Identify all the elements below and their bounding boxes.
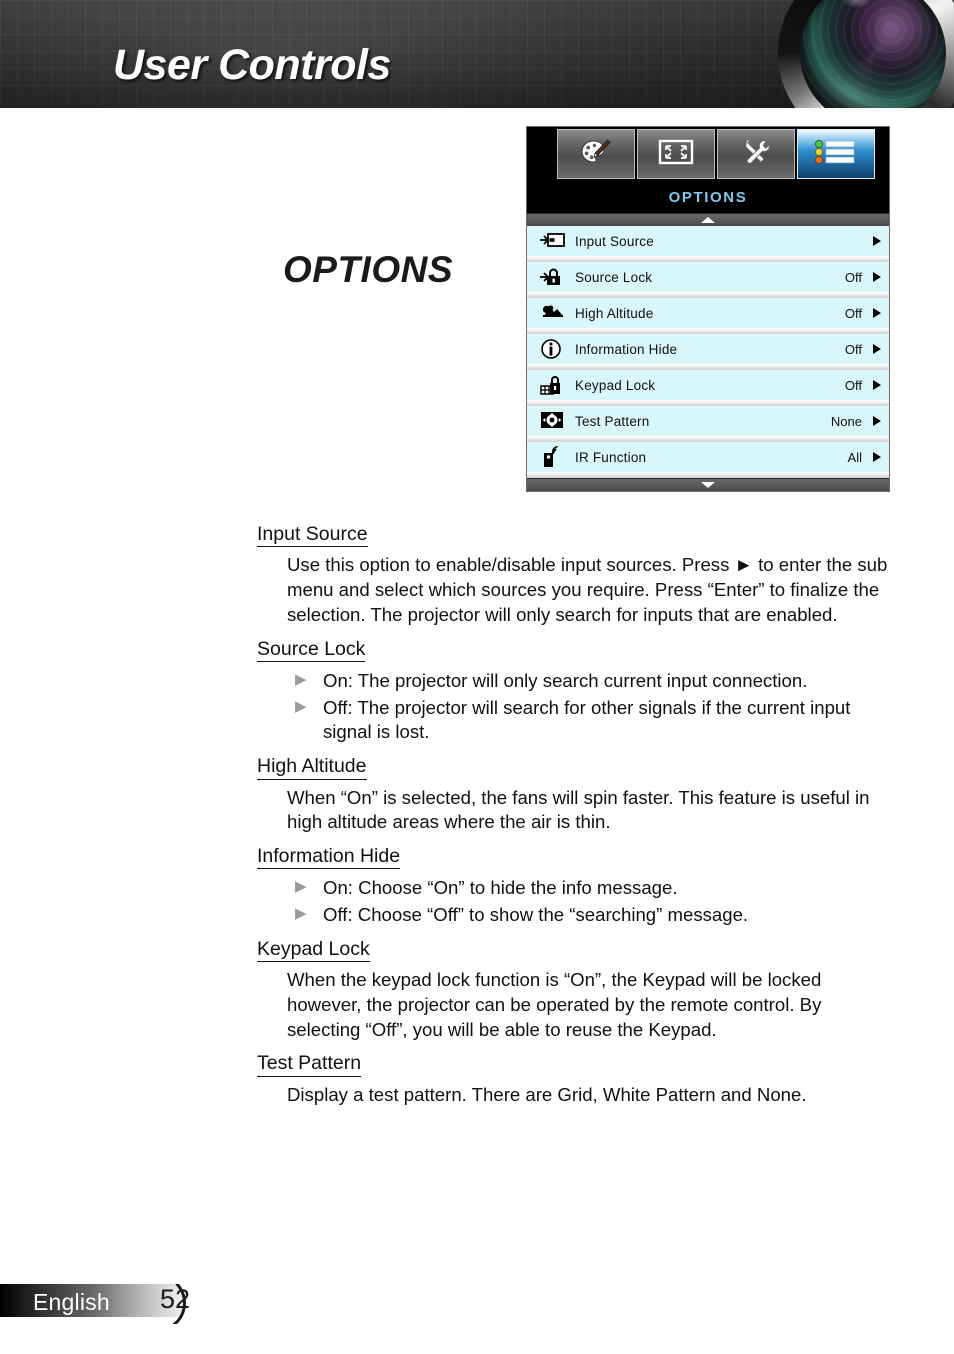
tools-icon [739, 137, 773, 172]
osd-menu-title: OPTIONS [527, 181, 889, 213]
page-number: 52 [160, 1284, 191, 1314]
osd-tab-bar [527, 127, 889, 181]
lens-rings [800, 0, 946, 108]
osd-menu: OPTIONS Input Source Source Lock Off Hig… [526, 126, 890, 492]
osd-row-label: IR Function [575, 449, 647, 465]
palette-icon [579, 137, 613, 172]
osd-tab-image[interactable] [557, 129, 635, 179]
osd-row-value: Off [844, 305, 862, 321]
chevron-right-icon[interactable] [873, 308, 881, 318]
section-heading: Input Source [257, 523, 368, 548]
osd-scroll-up-button[interactable] [527, 213, 889, 226]
information-hide-icon [539, 338, 565, 360]
content-body: Input Source Use this option to enable/d… [257, 521, 897, 1116]
section-heading: High Altitude [257, 755, 367, 780]
osd-row-value: None [830, 413, 862, 429]
osd-row-test-pattern[interactable]: Test Pattern None [527, 406, 889, 436]
osd-row-label: Keypad Lock [575, 377, 656, 393]
section-bullets: ▶ On: Choose “On” to hide the info messa… [293, 876, 897, 927]
triangle-up-icon [701, 217, 715, 223]
osd-row-source-lock[interactable]: Source Lock Off [527, 262, 889, 292]
screen-icon [657, 138, 695, 171]
ir-function-icon [539, 445, 565, 468]
source-lock-icon [539, 266, 565, 288]
list-item: ▶ On: The projector will only search cur… [293, 669, 897, 694]
bullet-text: On: The projector will only search curre… [323, 670, 808, 691]
osd-row-label: Input Source [575, 233, 654, 249]
chevron-right-icon[interactable] [873, 380, 881, 390]
section-heading: Information Hide [257, 845, 401, 870]
bullet-triangle-icon: ▶ [295, 697, 307, 715]
osd-row-input-source[interactable]: Input Source [527, 226, 889, 256]
osd-row-label: Test Pattern [575, 413, 650, 429]
list-item: ▶ Off: Choose “Off” to show the “searchi… [293, 903, 897, 928]
section-source-lock: Source Lock [257, 636, 897, 664]
bullet-text: Off: Choose “Off” to show the “searching… [323, 904, 749, 926]
keypad-lock-icon [539, 374, 565, 396]
page-footer: English 52 [0, 1266, 954, 1354]
section-heading: Test Pattern [257, 1052, 362, 1077]
chevron-right-icon[interactable] [873, 416, 881, 426]
section-heading: Keypad Lock [257, 938, 370, 963]
bullet-triangle-icon: ▶ [295, 671, 307, 688]
section-title: OPTIONS [283, 249, 454, 290]
language-label: English [33, 1289, 110, 1315]
section-high-altitude: High Altitude [257, 753, 897, 781]
section-text: When the keypad lock function is “On”, t… [287, 969, 822, 1040]
chevron-right-icon[interactable] [873, 236, 881, 246]
osd-tab-options[interactable] [797, 129, 875, 179]
osd-tab-display[interactable] [637, 129, 715, 179]
test-pattern-icon [539, 410, 565, 432]
section-text: Use this option to enable/disable input … [287, 554, 888, 625]
bullet-triangle-icon: ▶ [295, 878, 307, 896]
bullet-triangle-icon: ▶ [295, 905, 307, 923]
osd-tab-setup[interactable] [717, 129, 795, 179]
section-heading: Source Lock [257, 638, 366, 662]
section-information-hide: Information Hide [257, 843, 897, 871]
osd-row-label: Information Hide [575, 341, 678, 357]
section-bullets: ▶ On: The projector will only search cur… [293, 669, 897, 745]
page-title: User Controls [113, 41, 391, 89]
osd-row-value: Off [844, 341, 862, 357]
osd-row-information-hide[interactable]: Information Hide Off [527, 334, 889, 364]
osd-row-value: All [847, 449, 862, 465]
osd-row-value: Off [844, 377, 862, 393]
triangle-down-icon [701, 482, 715, 488]
list-icon [812, 137, 860, 172]
section-test-pattern: Test Pattern [257, 1050, 897, 1078]
osd-row-list: Input Source Source Lock Off High Altitu… [527, 226, 889, 478]
camera-lens-icon [778, 0, 954, 108]
osd-row-ir-function[interactable]: IR Function All [527, 442, 889, 472]
section-input-source: Input Source [257, 521, 897, 549]
chevron-right-icon[interactable] [873, 452, 881, 462]
osd-row-label: Source Lock [575, 269, 653, 285]
osd-scroll-down-button[interactable] [527, 478, 889, 491]
bullet-text: Off: The projector will search for other… [323, 696, 851, 743]
list-item: ▶ Off: The projector will search for oth… [293, 696, 897, 745]
osd-row-value: Off [844, 269, 862, 285]
section-keypad-lock: Keypad Lock [257, 936, 897, 964]
chevron-right-icon[interactable] [873, 344, 881, 354]
input-source-icon [539, 230, 565, 252]
section-text: When “On” is selected, the fans will spi… [287, 786, 870, 833]
chevron-right-icon[interactable] [873, 272, 881, 282]
list-item: ▶ On: Choose “On” to hide the info messa… [293, 876, 897, 901]
high-altitude-icon [539, 302, 565, 324]
osd-row-label: High Altitude [575, 305, 654, 321]
osd-row-keypad-lock[interactable]: Keypad Lock Off [527, 370, 889, 400]
osd-row-high-altitude[interactable]: High Altitude Off [527, 298, 889, 328]
bullet-text: On: Choose “On” to hide the info message… [323, 877, 678, 899]
page-header: User Controls [0, 0, 954, 108]
section-text: Display a test pattern. There are Grid, … [287, 1083, 807, 1105]
